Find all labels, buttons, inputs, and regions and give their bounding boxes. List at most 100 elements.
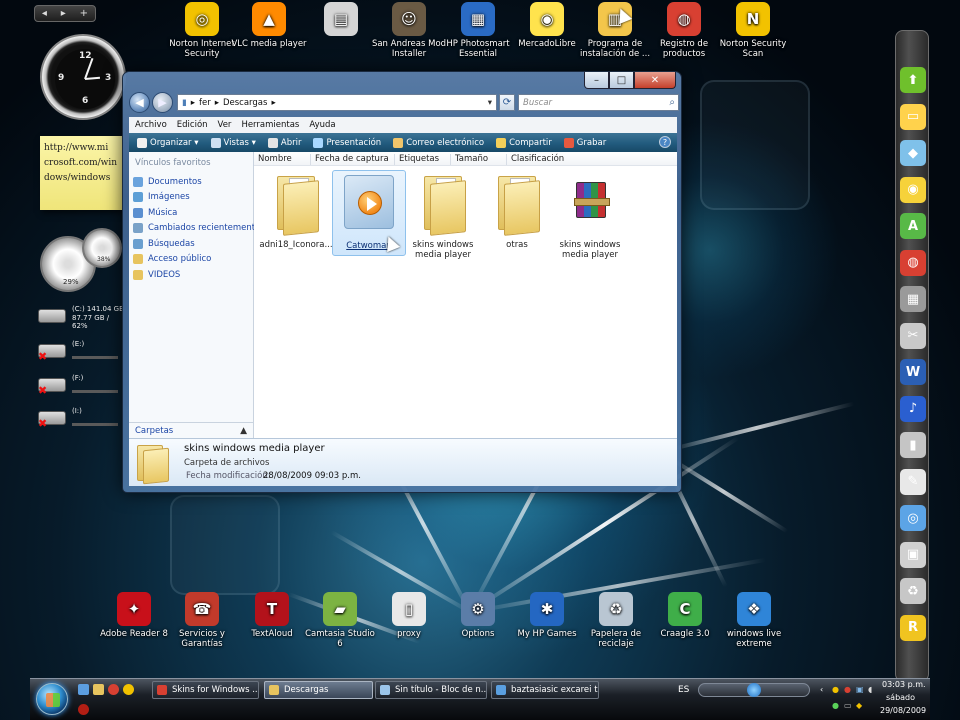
- minimize-button[interactable]: –: [584, 72, 609, 89]
- drive-f[interactable]: ✖ (F:): [36, 372, 126, 398]
- forward-button[interactable]: ▶: [152, 92, 173, 113]
- favorite-videos[interactable]: VIDEOS: [129, 267, 253, 283]
- toolbar-compartir-button[interactable]: Compartir: [496, 137, 552, 148]
- tray-messenger-icon[interactable]: ●: [832, 701, 839, 710]
- favorite-búsquedas[interactable]: Búsquedas: [129, 236, 253, 252]
- desktop-icon-papelera-de-reciclaje[interactable]: ♻ Papelera de reciclaje: [576, 592, 656, 649]
- search-input[interactable]: Buscar ⌕: [518, 94, 679, 111]
- file-item-skins-windows-media-player[interactable]: skins windows media player: [406, 170, 480, 260]
- memory-meter[interactable]: 38%: [82, 228, 122, 268]
- column-etiquetas[interactable]: Etiquetas: [394, 154, 439, 165]
- desktop-icon-san-andreas-mod-installer[interactable]: ☺ San Andreas Mod Installer: [369, 2, 449, 59]
- favorite-documentos[interactable]: Documentos: [129, 174, 253, 190]
- dock-app-icon[interactable]: ▭: [900, 103, 926, 130]
- dock-app-icon[interactable]: ◉: [900, 176, 926, 203]
- refresh-button[interactable]: ⟳: [499, 94, 515, 111]
- tray-shield-icon[interactable]: ●: [844, 685, 851, 694]
- file-item-skins-windows-media-player[interactable]: skins windows media player: [553, 170, 627, 260]
- dock-app-icon[interactable]: ◆: [900, 140, 926, 166]
- favorite-cambiados-recientemente[interactable]: Cambiados recientemente: [129, 221, 260, 237]
- close-button[interactable]: ✕: [634, 72, 676, 89]
- desktop-icon-norton-security-scan[interactable]: N Norton Security Scan: [713, 2, 793, 59]
- start-button[interactable]: [36, 683, 68, 715]
- drive-c[interactable]: (C:) 141.04 GB 87.77 GB / 62%: [36, 303, 126, 330]
- desktop-icon-vlc-media-player[interactable]: ▲ VLC media player: [229, 2, 309, 49]
- clock-day[interactable]: sábado: [886, 693, 915, 702]
- show-desktop-icon[interactable]: [78, 684, 89, 695]
- favorite-acceso-público[interactable]: Acceso público: [129, 252, 253, 268]
- taskbar-button-sin-título-bloc-de-n[interactable]: Sin título - Bloc de n...: [375, 681, 487, 699]
- dock-app-icon[interactable]: ♻: [900, 578, 926, 604]
- taskbar-button-descargas[interactable]: Descargas: [264, 681, 373, 699]
- dock-app-icon[interactable]: ◎: [900, 505, 926, 531]
- toolbar-abrir-button[interactable]: Abrir: [267, 137, 301, 148]
- tray-network-icon[interactable]: ▣: [856, 685, 864, 694]
- desktop-icon-windows-live-extreme[interactable]: ❖ windows live extreme: [714, 592, 794, 649]
- toolbar-vistas-button[interactable]: Vistas ▾: [210, 137, 256, 148]
- dock-app-icon[interactable]: ▮: [900, 432, 926, 458]
- help-icon[interactable]: ?: [659, 136, 671, 148]
- dock-app-icon[interactable]: W: [900, 359, 926, 385]
- column-clasificacion[interactable]: Clasificación: [506, 154, 564, 165]
- tray-expand-icon[interactable]: ‹: [820, 685, 823, 694]
- drive-i[interactable]: ✖ (I:): [36, 405, 126, 431]
- play-icon[interactable]: [747, 683, 761, 697]
- desktop-icon-camtasia-studio-6[interactable]: ▰ Camtasia Studio 6: [300, 592, 380, 649]
- record-quicklaunch-icon[interactable]: [78, 704, 89, 715]
- clock-date[interactable]: 29/08/2009: [880, 706, 926, 715]
- desktop-icon-servicios-y-garantías[interactable]: ☎ Servicios y Garantías: [162, 592, 242, 649]
- media-mini-player[interactable]: [698, 683, 810, 697]
- breadcrumb-leaf[interactable]: Descargas: [223, 98, 267, 108]
- tray-usb-icon[interactable]: ▭: [844, 701, 852, 710]
- file-list[interactable]: Nombre Fecha de captura Etiquetas Tamaño…: [254, 152, 677, 438]
- desktop-icon-craagle-3-0[interactable]: C Craagle 3.0: [645, 592, 725, 639]
- address-dropdown-icon[interactable]: ▾: [488, 98, 492, 108]
- tray-norton-icon[interactable]: ●: [832, 685, 839, 694]
- address-bar[interactable]: ▮ ▸ fer ▸ Descargas ▸ ▾: [177, 94, 497, 111]
- dock-app-icon[interactable]: ✎: [900, 468, 926, 495]
- column-nombre[interactable]: Nombre: [254, 154, 292, 165]
- taskbar-button-skins-for-windows[interactable]: Skins for Windows ...: [152, 681, 259, 699]
- breadcrumb-root[interactable]: fer: [199, 98, 211, 108]
- dock-app-icon[interactable]: ♪: [900, 395, 926, 422]
- desktop-icon-hp-photosmart-essential[interactable]: ▦ HP Photosmart Essential: [438, 2, 518, 59]
- search-icon[interactable]: ⌕: [669, 97, 675, 108]
- desktop-icon-registro-de-productos[interactable]: ◍ Registro de productos: [644, 2, 724, 59]
- gadget-add-icon[interactable]: +: [80, 8, 88, 19]
- norton-quicklaunch-icon[interactable]: [123, 684, 134, 695]
- taskbar-button-baztasiasic-excarei-ti[interactable]: baztasiasic excarei ti...: [491, 681, 599, 699]
- toolbar-grabar-button[interactable]: Grabar: [563, 137, 606, 148]
- tray-volume-icon[interactable]: ◖: [868, 685, 872, 694]
- menu-ver[interactable]: Ver: [218, 120, 232, 130]
- toolbar-presentación-button[interactable]: Presentación: [313, 137, 381, 148]
- dock-app-icon[interactable]: ◍: [900, 249, 926, 276]
- clock-gadget[interactable]: 12 3 6 9: [40, 34, 126, 120]
- file-item-adni18-iconora[interactable]: adni18_Iconora...: [259, 170, 333, 250]
- menu-archivo[interactable]: Archivo: [135, 120, 167, 130]
- dock-app-icon[interactable]: ▦: [900, 286, 926, 312]
- language-indicator[interactable]: ES: [678, 685, 689, 695]
- tray-update-icon[interactable]: ◆: [856, 701, 862, 710]
- folders-toggle[interactable]: Carpetas ▲: [129, 422, 253, 438]
- gadget-next-icon[interactable]: ▸: [61, 8, 66, 19]
- chrome-quicklaunch-icon[interactable]: [108, 684, 119, 695]
- column-fecha-captura[interactable]: Fecha de captura: [310, 154, 389, 165]
- gadget-prev-icon[interactable]: ◂: [42, 8, 47, 19]
- desktop-icon-proxy[interactable]: ▯ proxy: [369, 592, 449, 639]
- favorite-música[interactable]: Música: [129, 205, 253, 221]
- desktop-icon-my-hp-games[interactable]: ✱ My HP Games: [507, 592, 587, 639]
- menu-herramientas[interactable]: Herramientas: [241, 120, 299, 130]
- dock-app-icon[interactable]: ⬆: [900, 67, 926, 93]
- desktop-icon-options[interactable]: ⚙ Options: [438, 592, 518, 639]
- toolbar-organizar-button[interactable]: Organizar ▾: [137, 137, 199, 148]
- file-item-otras[interactable]: otras: [480, 170, 554, 250]
- dock-app-icon[interactable]: A: [900, 213, 926, 239]
- clock-time[interactable]: 03:03 p.m.: [882, 680, 926, 689]
- explorer-window[interactable]: – □ ✕ ◀ ▶ ▮ ▸ fer ▸ Descargas ▸ ▾ ⟳ Busc…: [122, 71, 682, 493]
- favorite-imágenes[interactable]: Imágenes: [129, 190, 253, 206]
- gadget-toolbar[interactable]: ◂ ▸ +: [34, 5, 96, 22]
- menu-ayuda[interactable]: Ayuda: [309, 120, 335, 130]
- column-tamano[interactable]: Tamaño: [450, 154, 488, 165]
- dock-app-icon[interactable]: ✂: [900, 322, 926, 349]
- back-button[interactable]: ◀: [129, 92, 150, 113]
